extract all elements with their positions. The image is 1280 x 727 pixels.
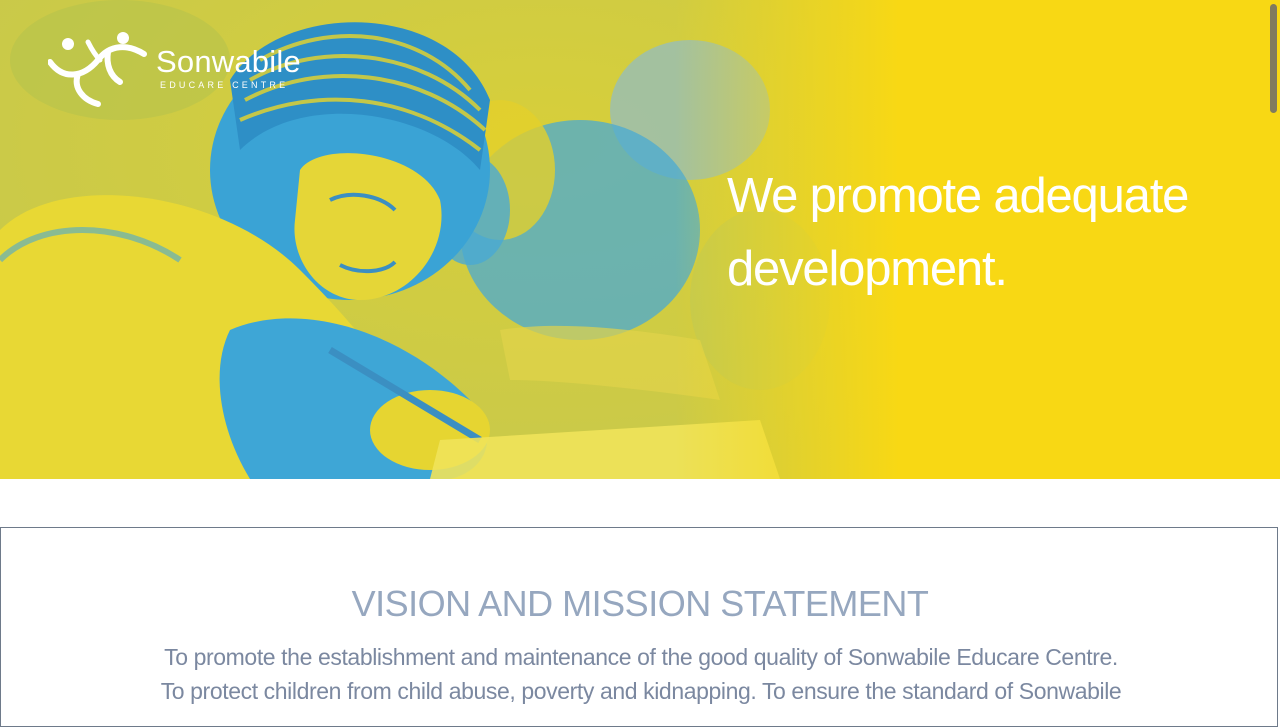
section-title: VISION AND MISSION STATEMENT <box>351 583 929 624</box>
logo-subtitle: EDUCARE CENTRE <box>160 80 289 90</box>
hero-banner: Sonwabile EDUCARE CENTRE We promote adeq… <box>0 0 1280 479</box>
children-figures-icon <box>47 30 148 110</box>
scrollbar-thumb[interactable] <box>1270 4 1277 113</box>
hero-heading: We promote adequate development. <box>727 169 1189 296</box>
vision-mission-section: VISION AND MISSION STATEMENT To promote … <box>0 527 1278 727</box>
logo[interactable]: Sonwabile EDUCARE CENTRE <box>47 30 318 110</box>
page-scrollbar[interactable] <box>1266 0 1280 698</box>
logo-name: Sonwabile <box>156 44 301 79</box>
